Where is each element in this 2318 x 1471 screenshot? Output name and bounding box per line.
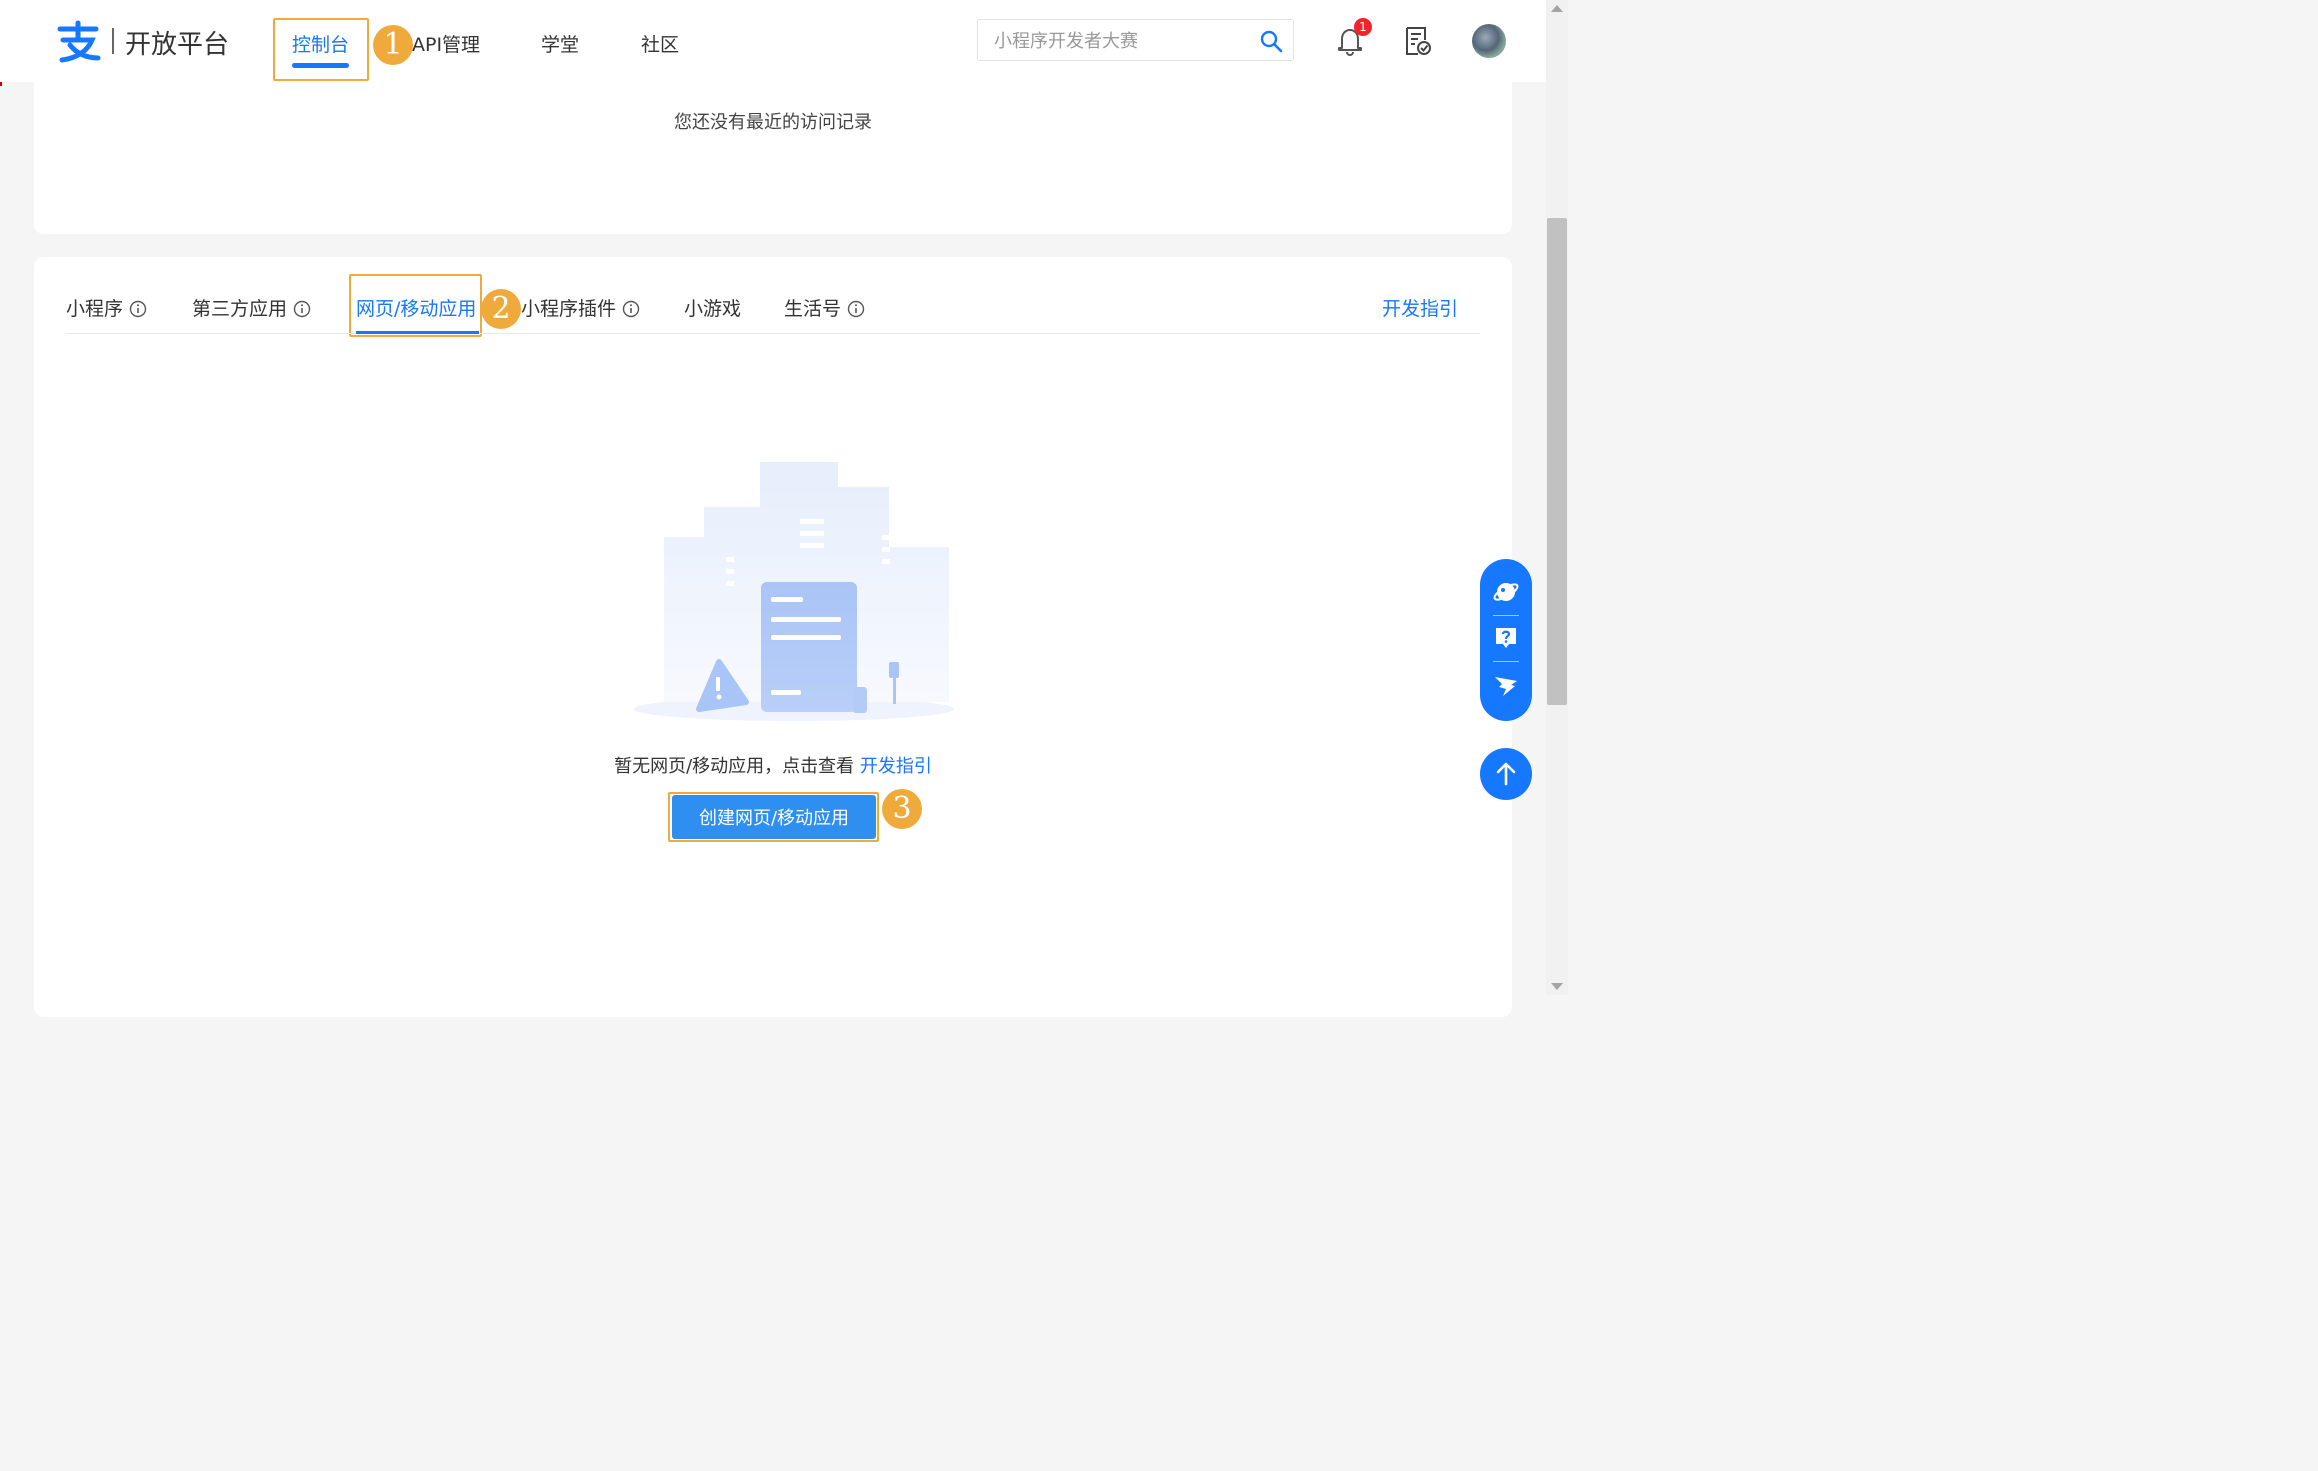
tab-mini-game[interactable]: 小游戏: [684, 294, 741, 321]
user-avatar[interactable]: [1472, 24, 1506, 58]
info-icon[interactable]: [129, 300, 147, 318]
annotation-box-1: [273, 18, 369, 81]
brand-title: 开放平台: [125, 30, 230, 60]
help-icon[interactable]: [1493, 625, 1519, 651]
scroll-down-arrow[interactable]: [1551, 983, 1563, 990]
search-box: [977, 19, 1294, 61]
tab-life-account[interactable]: 生活号: [784, 294, 865, 321]
nav-community[interactable]: 社区: [641, 30, 679, 57]
toolbar-separator: [1493, 615, 1519, 616]
tab-third-party-app[interactable]: 第三方应用: [192, 294, 311, 321]
search-input[interactable]: [992, 29, 1246, 53]
annotation-badge-1: 1: [373, 25, 413, 65]
annotation-badge-3: 3: [882, 789, 922, 829]
tab-label: 小程序: [66, 298, 124, 320]
tabs-divider: [66, 333, 1480, 334]
nav-api-management[interactable]: API管理: [412, 30, 480, 57]
scroll-up-arrow[interactable]: [1551, 5, 1563, 12]
tab-mini-program-plugin[interactable]: 小程序插件: [521, 294, 640, 321]
dev-guide-link[interactable]: 开发指引: [1382, 294, 1458, 321]
info-icon[interactable]: [622, 300, 640, 318]
tab-label: 生活号: [784, 298, 842, 320]
recent-visits-card: 您还没有最近的访问记录: [34, 82, 1512, 234]
create-web-mobile-app-button[interactable]: 创建网页/移动应用: [672, 795, 876, 839]
info-icon[interactable]: [293, 300, 311, 318]
scrollbar-thumb[interactable]: [1547, 218, 1567, 705]
alipay-logo-icon[interactable]: [54, 20, 102, 64]
planet-icon[interactable]: [1493, 579, 1519, 605]
floating-toolbar: [1480, 559, 1532, 721]
logo-divider: [112, 28, 114, 54]
empty-state-message: 暂无网页/移动应用，点击查看 开发指引: [34, 752, 1512, 778]
info-icon[interactable]: [847, 300, 865, 318]
empty-state-illustration: [634, 462, 954, 721]
empty-state-guide-link[interactable]: 开发指引: [860, 756, 932, 777]
toolbar-separator: [1493, 661, 1519, 662]
recent-empty-message: 您还没有最近的访问记录: [674, 112, 872, 133]
nav-academy[interactable]: 学堂: [541, 30, 579, 57]
search-icon[interactable]: [1259, 29, 1283, 53]
tab-active-underline: [356, 331, 479, 334]
tab-label: 第三方应用: [192, 298, 288, 320]
annotation-badge-2: 2: [481, 289, 521, 329]
tab-mini-program[interactable]: 小程序: [66, 294, 147, 321]
dingtalk-icon[interactable]: [1493, 671, 1519, 697]
notification-badge: 1: [1354, 18, 1372, 36]
annotation-box-2: [349, 274, 482, 337]
empty-state-text: 暂无网页/移动应用，点击查看: [614, 756, 855, 777]
tab-label: 小程序插件: [521, 298, 617, 320]
back-to-top-button[interactable]: [1480, 748, 1532, 800]
top-header: 开放平台 控制台 1 API管理 学堂 社区 1: [0, 0, 1546, 82]
document-check-icon[interactable]: [1404, 26, 1432, 56]
arrow-up-icon: [1496, 762, 1516, 786]
apps-card: 小程序 第三方应用 网页/移动应用 2 小程序插件 小游戏 生活号 开发指引 暂…: [34, 257, 1512, 1017]
tab-label: 小游戏: [684, 298, 742, 320]
